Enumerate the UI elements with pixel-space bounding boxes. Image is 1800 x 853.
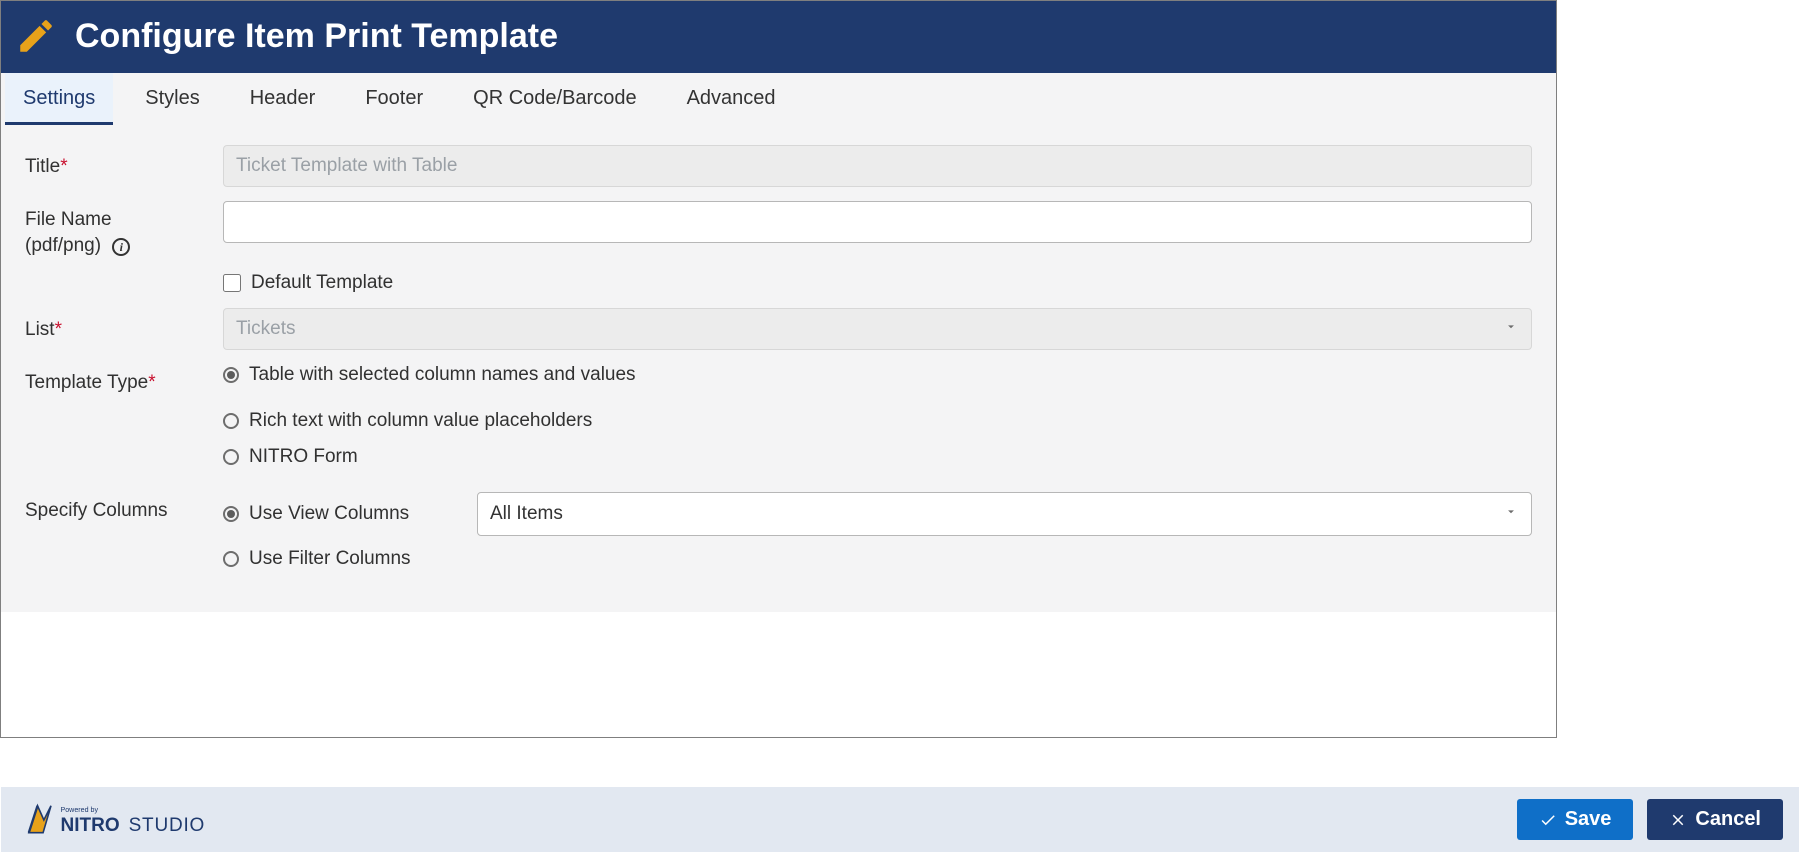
default-template-checkbox[interactable]: Default Template	[223, 272, 1532, 294]
label-filename-l1: File Name	[25, 209, 112, 230]
tt-option-table[interactable]: Table with selected column names and val…	[223, 364, 1532, 386]
required-marker: *	[55, 319, 62, 340]
label-title: Title*	[25, 152, 223, 180]
row-title: Title*	[25, 145, 1532, 187]
label-list-text: List	[25, 319, 55, 340]
tab-header[interactable]: Header	[232, 73, 334, 125]
default-template-label: Default Template	[251, 272, 393, 294]
sc-option-filter[interactable]: Use Filter Columns	[223, 548, 1532, 570]
cancel-button[interactable]: Cancel	[1647, 799, 1783, 840]
radio-icon	[223, 551, 239, 567]
settings-panel: Title* File Name (pdf/png) i Default Tem…	[1, 125, 1556, 612]
title-input[interactable]	[223, 145, 1532, 187]
label-specify-columns: Specify Columns	[25, 492, 223, 524]
save-button[interactable]: Save	[1517, 799, 1634, 840]
info-icon[interactable]: i	[112, 238, 130, 256]
filename-input[interactable]	[223, 201, 1532, 243]
label-title-text: Title	[25, 156, 60, 177]
row-specify-columns: Specify Columns Use View Columns All Ite…	[25, 492, 1532, 580]
tab-settings[interactable]: Settings	[5, 73, 113, 125]
tab-bar: Settings Styles Header Footer QR Code/Ba…	[1, 73, 1556, 125]
dialog-footer: Powered by NITRO STUDIO Save Cancel	[1, 787, 1799, 852]
cancel-label: Cancel	[1695, 808, 1761, 831]
tt-option-label: Table with selected column names and val…	[249, 364, 636, 386]
radio-icon	[223, 506, 239, 522]
row-template-type: Template Type* Table with selected colum…	[25, 364, 1532, 478]
brand-bold: NITRO	[61, 815, 120, 836]
list-select[interactable]: Tickets	[223, 308, 1532, 350]
page-title: Configure Item Print Template	[75, 17, 558, 56]
required-marker: *	[148, 372, 155, 393]
label-template-type: Template Type*	[25, 364, 223, 396]
pencil-icon	[15, 15, 57, 57]
label-template-type-text: Template Type	[25, 372, 148, 393]
tab-footer[interactable]: Footer	[347, 73, 441, 125]
label-list: List*	[25, 315, 223, 343]
required-marker: *	[60, 156, 67, 177]
default-template-input[interactable]	[223, 274, 241, 292]
label-filename: File Name (pdf/png) i	[25, 201, 223, 258]
save-label: Save	[1565, 808, 1612, 831]
tt-option-nitroform[interactable]: NITRO Form	[223, 446, 1532, 468]
radio-icon	[223, 367, 239, 383]
sc-option-label: Use Filter Columns	[249, 548, 411, 570]
sc-option-label: Use View Columns	[249, 503, 409, 525]
tt-option-label: NITRO Form	[249, 446, 358, 468]
label-filename-l2: (pdf/png)	[25, 235, 101, 256]
tt-option-richtext[interactable]: Rich text with column value placeholders	[223, 410, 1532, 432]
radio-icon	[223, 449, 239, 465]
sc-option-view[interactable]: Use View Columns	[223, 503, 455, 525]
check-icon	[1539, 811, 1557, 829]
brand-light: STUDIO	[129, 815, 206, 836]
tab-advanced[interactable]: Advanced	[669, 73, 794, 125]
row-filename: File Name (pdf/png) i	[25, 201, 1532, 258]
nitro-studio-logo: Powered by NITRO STUDIO	[17, 801, 237, 839]
row-default-template: Default Template	[25, 272, 1532, 294]
dialog-header: Configure Item Print Template	[1, 1, 1556, 73]
tab-qrcode[interactable]: QR Code/Barcode	[455, 73, 654, 125]
tab-styles[interactable]: Styles	[127, 73, 217, 125]
view-columns-select[interactable]: All Items	[477, 492, 1532, 536]
close-icon	[1669, 811, 1687, 829]
powered-by-text: Powered by	[61, 806, 99, 814]
radio-icon	[223, 413, 239, 429]
row-list: List* Tickets	[25, 308, 1532, 350]
tt-option-label: Rich text with column value placeholders	[249, 410, 592, 432]
